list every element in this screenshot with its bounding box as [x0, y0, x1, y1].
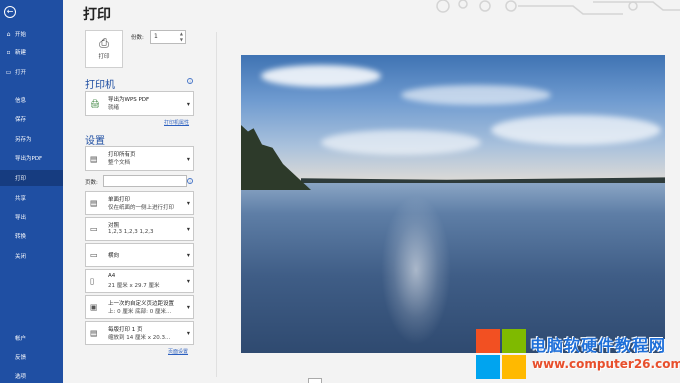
pages-per-sheet-icon: ▤ — [90, 328, 98, 338]
windows-logo-icon — [476, 329, 526, 379]
print-pane: 打印 ⎙ 打印 份数: 1 ▲ ▼ 打印机 i 🖨 导出为WPS PDF 就绪 ▼… — [63, 0, 680, 383]
sides-dropdown[interactable]: ▤ 单面打印 仅在纸面的一侧上进行打印 ▼ — [85, 191, 194, 215]
print-range-dropdown[interactable]: ▤ 打印所有页 整个文档 ▼ — [85, 146, 194, 171]
margins-icon: ▣ — [90, 302, 98, 312]
info-icon[interactable]: i — [187, 78, 193, 84]
printer-dropdown[interactable]: 🖨 导出为WPS PDF 就绪 ▼ — [85, 91, 194, 116]
info-icon[interactable]: i — [187, 178, 193, 184]
collate-icon: ▭ — [90, 224, 98, 234]
watermark-url: www.computer26.com — [532, 357, 680, 371]
watermark-title: 电脑软硬件教程网 — [530, 336, 667, 355]
dropdown-arrow-icon: ▼ — [186, 156, 190, 161]
margins-dropdown[interactable]: ▣ 上一次的自定义页边距设置 上: 0 厘米 底部: 0 厘米... ▼ — [85, 295, 194, 319]
dropdown-arrow-icon: ▼ — [186, 304, 190, 310]
copies-stepper[interactable]: 1 ▲ ▼ — [150, 30, 186, 44]
copies-label: 份数: — [131, 35, 144, 41]
one-sided-icon: ▤ — [90, 198, 98, 208]
collate-dropdown[interactable]: ▭ 对照 1,2,3 1,2,3 1,2,3 ▼ — [85, 217, 194, 241]
print-preview-image — [241, 55, 665, 353]
paper-size-dropdown[interactable]: ▯ A4 21 厘米 x 29.7 厘米 ▼ — [85, 269, 194, 293]
sidebar-item-feedback[interactable]: 反馈 — [0, 349, 63, 365]
sidebar-item-account[interactable]: 帐户 — [0, 330, 63, 346]
page-title: 打印 — [83, 7, 111, 23]
printer-section-title: 打印机 — [85, 80, 115, 91]
sidebar-item-info[interactable]: 信息 — [0, 92, 63, 108]
dropdown-arrow-icon: ▼ — [186, 101, 190, 106]
orientation-dropdown[interactable]: ▭ 横向 ▼ — [85, 243, 194, 267]
printer-icon: ⎙ — [99, 36, 109, 50]
preview-sky — [241, 55, 665, 185]
sidebar-item-export[interactable]: 导出 — [0, 209, 63, 225]
pages-per-sheet-dropdown[interactable]: ▤ 每版打印 1 页 缩放到 14 厘米 x 20.3... ▼ — [85, 321, 194, 345]
print-button[interactable]: ⎙ 打印 — [85, 30, 123, 68]
sidebar-item-home[interactable]: ⌂ 开始 — [0, 26, 63, 42]
sidebar-item-share[interactable]: 共享 — [0, 190, 63, 206]
zoom-checkbox[interactable] — [308, 378, 322, 383]
pages-input[interactable] — [103, 175, 187, 187]
landscape-icon: ▭ — [90, 250, 98, 260]
dropdown-arrow-icon: ▼ — [186, 200, 190, 206]
sidebar-item-print[interactable]: 打印 — [0, 170, 63, 186]
document-pages-icon: ▤ — [90, 154, 98, 163]
dropdown-arrow-icon: ▼ — [186, 330, 190, 336]
circuit-decoration — [436, 0, 680, 15]
printer-properties-link[interactable]: 打印机属性 — [164, 119, 189, 126]
sidebar-item-open[interactable]: ▭ 打开 — [0, 64, 63, 80]
paper-icon: ▯ — [90, 276, 95, 286]
preview-sun-glare — [381, 195, 451, 345]
folder-icon: ▭ — [5, 68, 12, 76]
settings-section-title: 设置 — [85, 136, 105, 147]
sidebar-item-new[interactable]: ▫ 新建 — [0, 44, 63, 60]
page-setup-link[interactable]: 页面设置 — [168, 348, 188, 355]
sidebar-item-save-as[interactable]: 另存为 — [0, 131, 63, 147]
dropdown-arrow-icon: ▼ — [186, 252, 190, 258]
backstage-sidebar: ← ⌂ 开始 ▫ 新建 ▭ 打开 信息 保存 另存为 导出为PDF 打印 共享 导出 … — [0, 0, 63, 383]
printer-ready-icon: 🖨 — [90, 99, 101, 108]
home-icon: ⌂ — [6, 30, 11, 38]
spin-arrows-icon[interactable]: ▲ ▼ — [180, 31, 183, 43]
sidebar-item-convert[interactable]: 转换 — [0, 228, 63, 244]
pages-label: 页数: — [85, 180, 98, 186]
dropdown-arrow-icon: ▼ — [186, 278, 190, 284]
sidebar-item-save[interactable]: 保存 — [0, 111, 63, 127]
watermark: 电脑软硬件教程网 www.computer26.com — [474, 327, 680, 383]
dropdown-arrow-icon: ▼ — [186, 226, 190, 232]
new-doc-icon: ▫ — [6, 48, 11, 56]
back-arrow-icon[interactable]: ← — [4, 6, 16, 18]
sidebar-item-export-pdf[interactable]: 导出为PDF — [0, 150, 63, 166]
sidebar-item-close[interactable]: 关闭 — [0, 248, 63, 264]
pane-divider — [216, 32, 217, 377]
sidebar-item-options[interactable]: 选项 — [0, 368, 63, 383]
